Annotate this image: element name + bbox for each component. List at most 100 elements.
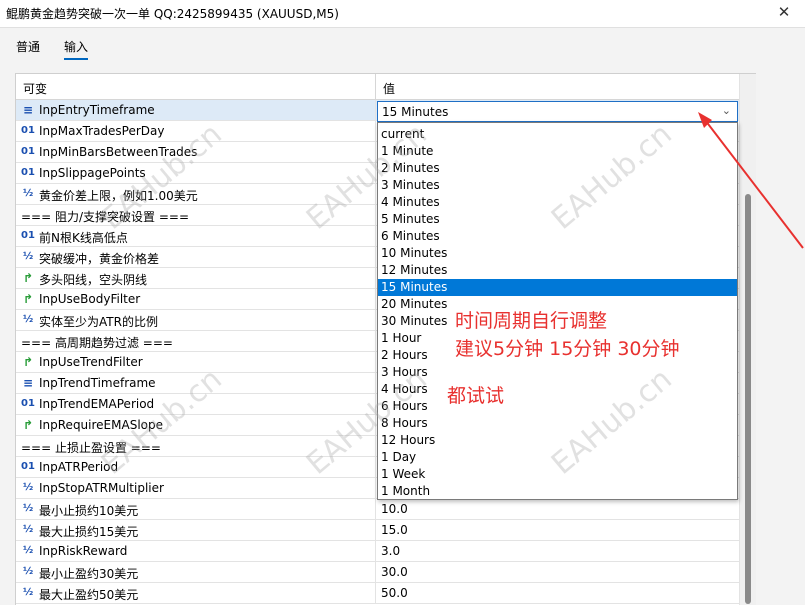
row-name-cell[interactable]: ½ 实体至少为ATR的比例 [16,310,376,330]
row-name-cell[interactable]: === 阻力/支撑突破设置 === [16,205,376,225]
row-name-cell[interactable]: 01 InpATRPeriod [16,457,376,477]
tab-bar: 普通 输入 [0,28,805,62]
row-value-cell[interactable]: 30.0 [376,562,739,582]
scrollbar-thumb[interactable] [745,194,751,604]
row-label: InpEntryTimeframe [39,103,155,117]
row-value-cell[interactable]: 3.0 [376,541,739,561]
param-type-double-icon: ½ [22,188,34,199]
row-name-cell[interactable]: ≡ InpTrendTimeframe [16,373,376,393]
row-name-cell[interactable]: ½ 最小止损约10美元 [16,499,376,519]
row-name-cell[interactable]: ↱ InpUseBodyFilter [16,289,376,309]
table-row[interactable]: ½ 最大止盈约50美元 50.0 [16,583,739,604]
dropdown-option[interactable]: 8 Hours [378,415,737,432]
row-label: 最大止盈约50美元 [39,588,139,602]
param-type-int-icon: 01 [21,125,35,136]
dropdown-option[interactable]: 6 Minutes [378,228,737,245]
window-title: 鲲鹏黄金趋势突破一次一单 QQ:2425899435 (XAUUSD,M5) [6,7,339,21]
row-name-cell[interactable]: 01 前N根K线高低点 [16,226,376,246]
row-value-cell[interactable]: 10.0 [376,499,739,519]
param-type-double-icon: ½ [22,314,34,325]
table-row[interactable]: ½ 最小止损约10美元 10.0 [16,499,739,520]
row-name-cell[interactable]: ½ InpStopATRMultiplier [16,478,376,498]
dropdown-option[interactable]: 4 Minutes [378,194,737,211]
row-value: 3.0 [381,544,401,558]
param-type-bool-icon: ↱ [22,418,34,432]
table-row[interactable]: ½ 最大止损约15美元 15.0 [16,520,739,541]
row-label: InpUseTrendFilter [39,355,143,369]
dropdown-option[interactable]: 6 Hours [378,398,737,415]
param-type-int-icon: 01 [21,461,35,472]
row-label: === 止损止盈设置 === [21,441,161,455]
row-name-cell[interactable]: === 高周期趋势过滤 === [16,331,376,351]
row-name-cell[interactable]: ↱ InpRequireEMASlope [16,415,376,435]
dropdown-option[interactable]: current [378,126,737,143]
row-label: 多头阳线，空头阴线 [39,273,148,287]
table-row[interactable]: ½ InpRiskReward 3.0 [16,541,739,562]
row-name-cell[interactable]: ½ 黄金价差上限，例如1.00美元 [16,184,376,204]
row-value-cell[interactable]: 50.0 [376,583,739,603]
param-type-int-icon: 01 [21,167,35,178]
dropdown-option[interactable]: 12 Hours [378,432,737,449]
param-type-double-icon: ½ [22,251,34,262]
table-row[interactable]: ½ 最小止盈约30美元 30.0 [16,562,739,583]
row-label: 突破缓冲，黄金价格差 [39,252,160,266]
param-type-int-icon: 01 [21,230,35,241]
row-name-cell[interactable]: ½ 最小止盈约30美元 [16,562,376,582]
dropdown-option[interactable]: 1 Day [378,449,737,466]
param-type-bool-icon: ↱ [22,292,34,306]
row-label: 最大止损约15美元 [39,525,139,539]
header-divider[interactable] [375,74,376,100]
row-name-cell[interactable]: ½ InpRiskReward [16,541,376,561]
tab-inputs[interactable]: 输入 [64,38,89,60]
dropdown-option[interactable]: 10 Minutes [378,245,737,262]
row-name-cell[interactable]: 01 InpMaxTradesPerDay [16,121,376,141]
close-icon[interactable]: ✕ [775,3,793,21]
row-label: InpStopATRMultiplier [39,481,164,495]
row-value-cell[interactable]: 15.0 [376,520,739,540]
dropdown-option[interactable]: 4 Hours [378,381,737,398]
param-type-bool-icon: ↱ [22,271,34,285]
dropdown-option[interactable]: 1 Month [378,483,737,499]
row-name-cell[interactable]: ↱ InpUseTrendFilter [16,352,376,372]
dropdown-option[interactable]: 1 Week [378,466,737,483]
annotation-line-2: 建议5分钟 15分钟 30分钟 [455,338,680,360]
param-type-enum-icon: ≡ [22,376,34,390]
param-type-int-icon: 01 [21,398,35,409]
row-name-cell[interactable]: ½ 最大止损约15美元 [16,520,376,540]
row-name-cell[interactable]: ½ 最大止盈约50美元 [16,583,376,603]
row-value: 50.0 [381,586,408,600]
tab-general[interactable]: 普通 [16,38,40,55]
row-label: InpUseBodyFilter [39,292,141,306]
dropdown-option[interactable]: 1 Minute [378,143,737,160]
annotation-line-3: 都试试 [447,385,505,407]
param-type-double-icon: ½ [22,566,34,577]
row-value: 15.0 [381,523,408,537]
row-label: 黄金价差上限，例如1.00美元 [39,189,198,203]
row-label: 前N根K线高低点 [39,231,128,245]
row-label: InpTrendTimeframe [39,376,156,390]
row-name-cell[interactable]: ↱ 多头阳线，空头阴线 [16,268,376,288]
header-value[interactable]: 值 [383,80,395,97]
dropdown-option[interactable]: 15 Minutes [378,279,737,296]
dropdown-option[interactable]: 2 Minutes [378,160,737,177]
row-name-cell[interactable]: 01 InpSlippagePoints [16,163,376,183]
row-label: InpRiskReward [39,544,128,558]
row-name-cell[interactable]: ≡ InpEntryTimeframe [16,100,376,120]
header-variable[interactable]: 可变 [23,80,47,97]
row-label: 最小止盈约30美元 [39,567,139,581]
param-type-double-icon: ½ [22,524,34,535]
row-label: InpATRPeriod [39,460,119,474]
dropdown-option[interactable]: 5 Minutes [378,211,737,228]
dropdown-option[interactable]: 3 Minutes [378,177,737,194]
param-type-double-icon: ½ [22,482,34,493]
dropdown-option[interactable]: 3 Hours [378,364,737,381]
row-name-cell[interactable]: ½ 突破缓冲，黄金价格差 [16,247,376,267]
entry-timeframe-combobox[interactable]: 15 Minutes ⌄ [377,101,738,122]
row-label: 实体至少为ATR的比例 [39,315,158,329]
row-name-cell[interactable]: 01 InpMinBarsBetweenTrades [16,142,376,162]
row-name-cell[interactable]: === 止损止盈设置 === [16,436,376,456]
dropdown-option[interactable]: 12 Minutes [378,262,737,279]
combobox-selected-value: 15 Minutes [382,105,449,119]
param-type-double-icon: ½ [22,503,34,514]
row-name-cell[interactable]: 01 InpTrendEMAPeriod [16,394,376,414]
